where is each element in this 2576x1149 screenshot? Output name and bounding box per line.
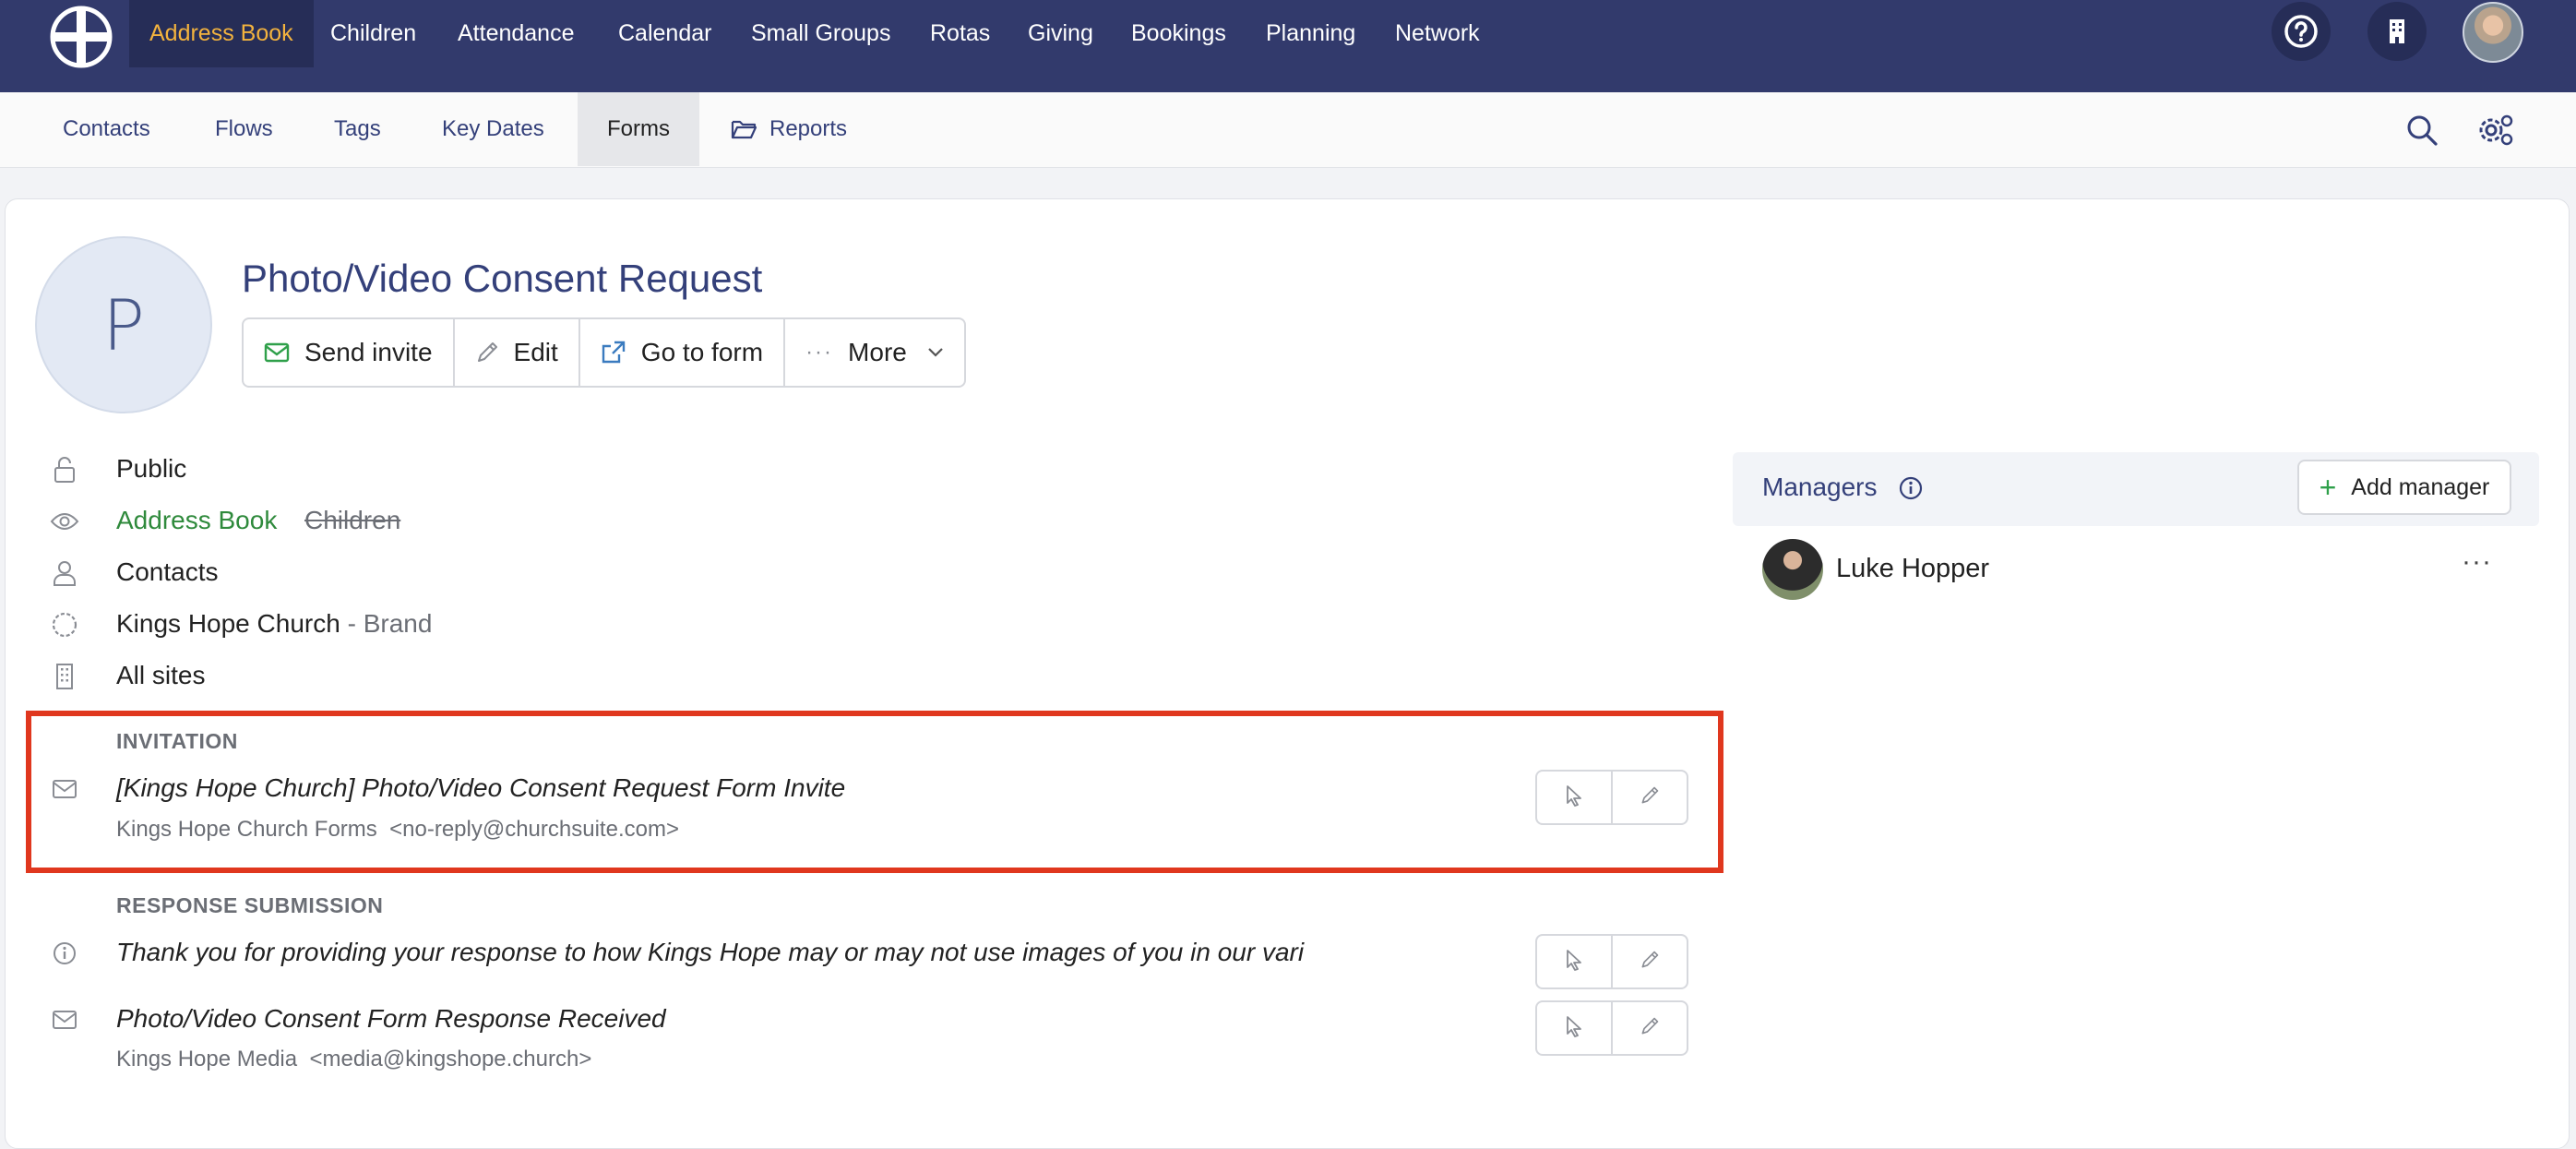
top-navigation: Address Book Children Attendance Calenda… bbox=[0, 0, 2576, 92]
brand-value: Kings Hope Church - Brand bbox=[116, 609, 432, 639]
churchsuite-logo-icon[interactable] bbox=[50, 6, 113, 68]
invitation-section-label: INVITATION bbox=[116, 729, 238, 753]
response-email-subject: Photo/Video Consent Form Response Receiv… bbox=[116, 1004, 666, 1033]
response-message-edit-button[interactable] bbox=[1613, 936, 1687, 987]
pencil-icon bbox=[1640, 785, 1660, 810]
help-icon[interactable] bbox=[2272, 2, 2331, 61]
nav-giving[interactable]: Giving bbox=[1028, 0, 1093, 67]
form-action-buttons: Send invite Edit Go to form ··· More bbox=[242, 317, 966, 388]
response-section-label: RESPONSE SUBMISSION bbox=[116, 893, 384, 917]
brand-name: Kings Hope Church bbox=[116, 609, 340, 638]
response-message-preview-button[interactable] bbox=[1537, 936, 1613, 987]
pencil-icon bbox=[1640, 950, 1660, 975]
nav-small-groups[interactable]: Small Groups bbox=[751, 0, 890, 67]
nav-address-book[interactable]: Address Book bbox=[129, 0, 314, 67]
tab-key-dates[interactable]: Key Dates bbox=[442, 92, 544, 166]
type-value: Contacts bbox=[116, 557, 219, 586]
invitation-actions bbox=[1535, 770, 1688, 825]
response-email-preview-button[interactable] bbox=[1537, 1002, 1613, 1054]
user-icon bbox=[50, 558, 79, 588]
pencil-icon bbox=[1640, 1016, 1660, 1041]
more-label: More bbox=[848, 338, 907, 366]
padlock-open-icon bbox=[50, 455, 79, 485]
manager-name[interactable]: Luke Hopper bbox=[1836, 554, 1989, 584]
manager-more-options-icon[interactable]: ··· bbox=[2462, 546, 2492, 578]
visibility-row bbox=[50, 451, 79, 488]
building-icon bbox=[50, 662, 79, 691]
sites-row bbox=[50, 658, 79, 695]
info-icon[interactable] bbox=[1897, 474, 1925, 502]
invitation-preview-button[interactable] bbox=[1537, 772, 1613, 823]
pencil-icon bbox=[475, 341, 499, 365]
module-address-book: Address Book bbox=[116, 506, 278, 534]
managers-title: Managers bbox=[1762, 473, 1878, 501]
response-email-edit-button[interactable] bbox=[1613, 1002, 1687, 1054]
plus-icon: + bbox=[2319, 471, 2337, 504]
tab-forms[interactable]: Forms bbox=[578, 92, 699, 166]
info-circle-icon bbox=[50, 939, 79, 968]
sub-navigation: Contacts Flows Tags Key Dates Forms Repo… bbox=[0, 92, 2576, 168]
nav-planning[interactable]: Planning bbox=[1266, 0, 1355, 67]
more-dropdown-button[interactable]: ··· More bbox=[785, 319, 964, 386]
nav-children[interactable]: Children bbox=[330, 0, 416, 67]
external-link-icon bbox=[601, 340, 626, 365]
response-email-actions bbox=[1535, 1000, 1688, 1056]
cursor-pointer-icon bbox=[1565, 1015, 1583, 1042]
add-manager-button[interactable]: + Add manager bbox=[2297, 460, 2511, 515]
ellipsis-icon: ··· bbox=[805, 340, 834, 365]
brand-suffix: - Brand bbox=[340, 609, 433, 638]
tab-reports[interactable]: Reports bbox=[731, 92, 847, 166]
invitation-edit-button[interactable] bbox=[1613, 772, 1687, 823]
response-sender-email: <media@kingshope.church> bbox=[309, 1047, 592, 1071]
go-to-form-button[interactable]: Go to form bbox=[580, 319, 786, 386]
visibility-value: Public bbox=[116, 454, 187, 483]
response-sender-name: Kings Hope Media bbox=[116, 1047, 298, 1071]
response-message-actions bbox=[1535, 934, 1688, 989]
send-invite-label: Send invite bbox=[304, 338, 433, 366]
nav-network[interactable]: Network bbox=[1395, 0, 1480, 67]
modules-row bbox=[50, 503, 79, 540]
nav-calendar[interactable]: Calendar bbox=[618, 0, 711, 67]
invitation-sender-name: Kings Hope Church Forms bbox=[116, 817, 377, 842]
edit-button[interactable]: Edit bbox=[455, 319, 580, 386]
response-message: Thank you for providing your response to… bbox=[116, 938, 1305, 966]
user-avatar[interactable] bbox=[2463, 2, 2523, 63]
page-title: Photo/Video Consent Request bbox=[242, 257, 763, 300]
sites-value: All sites bbox=[116, 661, 206, 689]
tab-reports-label: Reports bbox=[769, 116, 848, 141]
module-children: Children bbox=[304, 506, 401, 534]
invitation-sender-email: <no-reply@churchsuite.com> bbox=[389, 817, 679, 842]
invitation-subject: [Kings Hope Church] Photo/Video Consent … bbox=[116, 773, 846, 802]
envelope-icon bbox=[50, 1005, 79, 1035]
invitation-sender: Kings Hope Church Forms <no-reply@church… bbox=[116, 817, 679, 843]
folder-icon bbox=[731, 118, 757, 140]
add-manager-label: Add manager bbox=[2351, 473, 2490, 500]
eye-icon bbox=[50, 507, 79, 536]
go-to-form-label: Go to form bbox=[640, 338, 764, 366]
cursor-pointer-icon bbox=[1565, 949, 1583, 975]
send-invite-button[interactable]: Send invite bbox=[244, 319, 455, 386]
brand-row bbox=[50, 606, 79, 643]
search-icon[interactable] bbox=[2403, 111, 2441, 150]
tab-contacts[interactable]: Contacts bbox=[63, 92, 150, 166]
form-avatar: P bbox=[35, 236, 212, 413]
nav-attendance[interactable]: Attendance bbox=[458, 0, 575, 67]
response-email-sender: Kings Hope Media <media@kingshope.church… bbox=[116, 1047, 591, 1072]
chevron-down-icon bbox=[927, 347, 944, 358]
type-row bbox=[50, 555, 79, 592]
manager-avatar bbox=[1762, 539, 1823, 600]
nav-bookings[interactable]: Bookings bbox=[1131, 0, 1226, 67]
envelope-icon bbox=[264, 342, 290, 363]
cursor-pointer-icon bbox=[1565, 784, 1583, 811]
nav-rotas[interactable]: Rotas bbox=[930, 0, 990, 67]
envelope-icon bbox=[50, 774, 79, 804]
tab-tags[interactable]: Tags bbox=[334, 92, 381, 166]
brand-icon bbox=[50, 610, 79, 640]
edit-label: Edit bbox=[513, 338, 558, 366]
tab-flows[interactable]: Flows bbox=[215, 92, 273, 166]
settings-icon[interactable] bbox=[2476, 111, 2515, 150]
building-icon[interactable] bbox=[2367, 2, 2427, 61]
